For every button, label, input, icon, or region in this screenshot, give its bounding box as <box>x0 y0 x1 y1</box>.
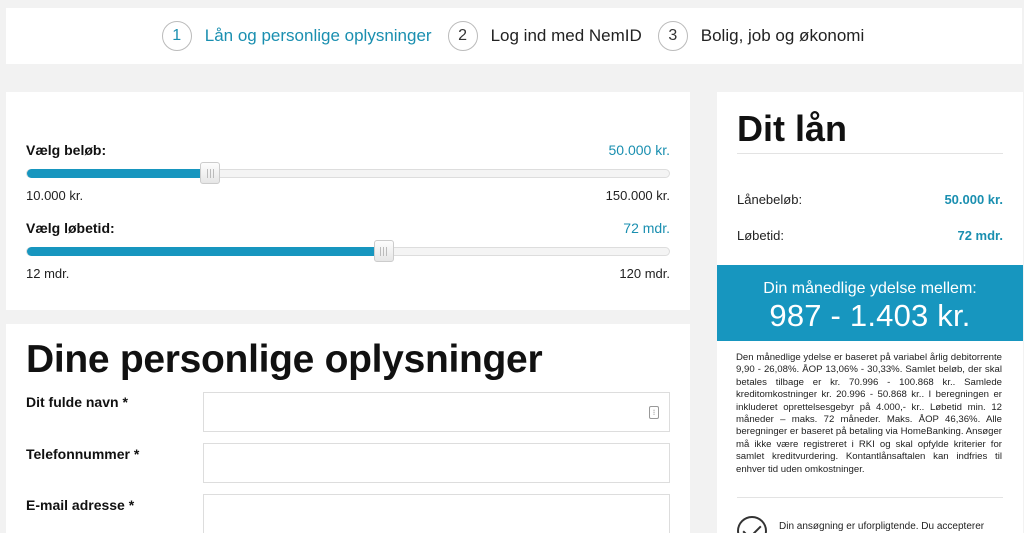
personal-info-form: Dine personlige oplysninger Dit fulde na… <box>6 324 690 533</box>
monthly-payment-banner: Din månedlige ydelse mellem: 987 - 1.403… <box>717 265 1023 341</box>
amount-slider-max: 150.000 kr. <box>605 188 670 203</box>
loan-amount-value: 50.000 kr. <box>944 192 1003 207</box>
phone-input[interactable] <box>203 443 670 483</box>
loan-term-label: Løbetid: <box>737 228 784 243</box>
loan-summary-heading: Dit lån <box>737 108 848 149</box>
term-slider-max: 120 mdr. <box>619 266 670 281</box>
autofill-icon[interactable]: ⁝ <box>649 406 659 419</box>
loan-sliders-panel: Vælg beløb: 50.000 kr. 10.000 kr. 150.00… <box>6 92 690 310</box>
email-input[interactable] <box>203 494 670 533</box>
full-name-label: Dit fulde navn * <box>26 394 128 410</box>
step-label: Bolig, job og økonomi <box>700 26 865 45</box>
amount-slider-min: 10.000 kr. <box>26 188 84 203</box>
step-number: 1 <box>161 21 192 51</box>
step-label: Lån og personlige oplysninger <box>204 26 432 45</box>
amount-slider-fill <box>27 169 211 178</box>
amount-slider-value: 50.000 kr. <box>608 142 671 158</box>
term-slider-track[interactable] <box>26 240 670 262</box>
term-slider-title: Vælg løbetid: <box>26 220 115 236</box>
loan-term-value: 72 mdr. <box>957 228 1003 243</box>
step-3[interactable]: 3 Bolig, job og økonomi <box>657 21 865 51</box>
term-slider-handle[interactable] <box>373 240 394 262</box>
monthly-payment-title: Din månedlige ydelse mellem: <box>763 280 977 297</box>
checkmark-icon <box>737 516 767 533</box>
term-slider-min: 12 mdr. <box>26 266 70 281</box>
monthly-payment-range: 987 - 1.403 kr. <box>769 298 971 333</box>
step-2[interactable]: 2 Log ind med NemID <box>447 21 642 51</box>
full-name-input[interactable]: ⁝ <box>203 392 670 432</box>
step-1[interactable]: 1 Lån og personlige oplysninger <box>161 21 432 51</box>
amount-slider-group: Vælg beløb: 50.000 kr. 10.000 kr. 150.00… <box>26 142 670 203</box>
term-slider-group: Vælg løbetid: 72 mdr. 12 mdr. 120 mdr. <box>26 220 670 281</box>
term-slider-fill <box>27 247 384 256</box>
amount-slider-track[interactable] <box>26 162 670 184</box>
loan-term-row: Løbetid: 72 mdr. <box>737 228 1003 243</box>
email-label: E-mail adresse * <box>26 497 135 513</box>
progress-stepper: 1 Lån og personlige oplysninger 2 Log in… <box>6 8 1022 64</box>
amount-slider-handle[interactable] <box>200 162 221 184</box>
personal-info-heading: Dine personlige oplysninger <box>26 338 543 381</box>
consent-row: Din ansøgning er uforpligtende. Du accep… <box>737 516 984 533</box>
step-label: Log ind med NemID <box>490 26 642 45</box>
loan-summary-panel: Dit lån Lånebeløb: 50.000 kr. Løbetid: 7… <box>717 92 1023 533</box>
step-number: 3 <box>657 21 688 51</box>
phone-label: Telefonnummer * <box>26 446 140 462</box>
step-number: 2 <box>447 21 478 51</box>
loan-disclaimer: Den månedlige ydelse er baseret på varia… <box>736 352 1002 475</box>
loan-amount-row: Lånebeløb: 50.000 kr. <box>737 192 1003 207</box>
divider <box>737 497 1003 498</box>
term-slider-value: 72 mdr. <box>623 220 670 236</box>
loan-amount-label: Lånebeløb: <box>737 192 803 207</box>
divider <box>737 153 1003 154</box>
amount-slider-title: Vælg beløb: <box>26 142 107 158</box>
consent-text: Din ansøgning er uforpligtende. Du accep… <box>779 521 985 532</box>
